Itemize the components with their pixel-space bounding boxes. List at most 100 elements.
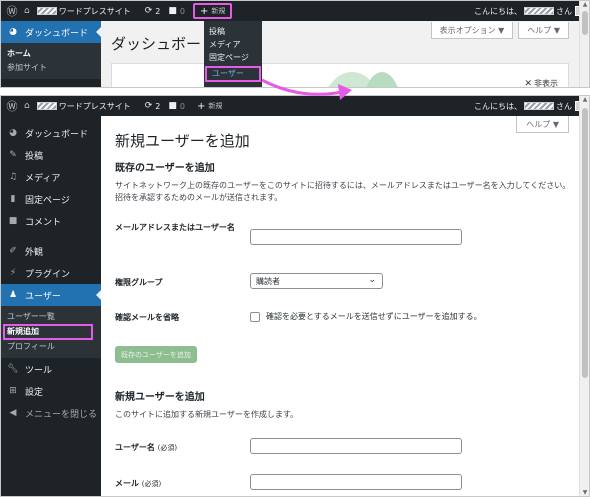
scroll-up-arrow[interactable]: ▲ <box>580 1 589 8</box>
site-name-link[interactable]: ワードプレスサイト <box>33 1 135 21</box>
sidebar-separator <box>1 232 101 240</box>
wordpress-logo-icon[interactable]: Ⓦ <box>3 2 21 20</box>
dashboard-screenshot-frame: Ⓦ ⌂ ワードプレスサイト ⟳ 2 ■ 0 + 新規 こんにちは、 さん 投稿 … <box>0 0 590 88</box>
sidebar-item-users[interactable]: ♟ ユーザー <box>1 284 102 306</box>
wordpress-logo-icon[interactable]: Ⓦ <box>3 97 21 115</box>
home-icon[interactable]: ⌂ <box>21 96 33 116</box>
email-label-text: メール <box>115 479 139 488</box>
email-label: メール (必須) <box>115 478 240 490</box>
close-icon: ✕ <box>524 79 532 88</box>
scroll-thumb[interactable] <box>582 11 588 35</box>
settings-icon: ⊞ <box>9 386 17 396</box>
new-page-item[interactable]: 固定ページ <box>204 51 262 64</box>
add-user-content: ヘルプ ▼ 新規ユーザーを追加 既存のユーザーを追加 サイトネットワーク上の既存… <box>101 116 579 496</box>
new-content-link[interactable]: + 新規 <box>192 3 233 19</box>
comments-count: 0 <box>179 6 185 16</box>
submenu-add-new-user[interactable]: 新規追加 <box>3 324 93 340</box>
sidebar-label: ユーザー <box>25 291 61 302</box>
submenu-home[interactable]: ホーム <box>1 47 101 61</box>
skip-confirmation-label: 確認メールを省略 <box>115 313 179 322</box>
skip-confirmation-row[interactable]: 確認を必要とするメールを送信せずにユーザーを追加する。 <box>250 311 482 322</box>
new-user-heading: 新規ユーザーを追加 <box>115 392 205 403</box>
scroll-thumb[interactable] <box>582 108 588 378</box>
new-post-item[interactable]: 投稿 <box>204 25 262 38</box>
new-media-item[interactable]: メディア <box>204 38 262 51</box>
comments-link[interactable]: ■ 0 <box>164 1 189 21</box>
help-button[interactable]: ヘルプ ▼ <box>516 116 569 133</box>
scroll-up-arrow[interactable]: ▲ <box>580 96 589 103</box>
description-line: 招待を承認するためのメールが送信されます。 <box>115 193 283 202</box>
dashboard-main: 表示オプション ▼ ヘルプ ▼ ダッシュボード ✕ 非表示 <box>101 21 589 87</box>
comment-icon: ■ <box>8 216 18 226</box>
admin-sidebar: ◕ ダッシュボード ✎ 投稿 ♫ メディア ▮ 固定ページ ■ コメント ✐ 外… <box>1 116 102 496</box>
home-icon[interactable]: ⌂ <box>21 1 33 21</box>
comments-icon: ■ <box>168 101 177 111</box>
updates-link[interactable]: ⟳ 2 <box>141 96 165 116</box>
sidebar-label: 投稿 <box>25 151 44 162</box>
submenu-my-sites[interactable]: 参加サイト <box>1 61 101 75</box>
new-content-dropdown: 投稿 メディア 固定ページ ユーザー <box>204 21 262 87</box>
email-input[interactable] <box>250 474 462 490</box>
chevron-down-icon: ⌄ <box>368 275 376 285</box>
username-label-text: ユーザー名 <box>115 443 155 452</box>
updates-link[interactable]: ⟳ 2 <box>141 1 165 21</box>
sidebar-label: ダッシュボード <box>25 28 89 39</box>
email-or-username-input[interactable] <box>250 229 462 245</box>
sidebar-label: ツール <box>25 365 53 376</box>
sidebar-item-appearance[interactable]: ✐ 外観 <box>1 240 101 262</box>
user-icon: ♟ <box>8 290 18 300</box>
sidebar-item-pages[interactable]: ▮ 固定ページ <box>1 188 101 210</box>
comments-link[interactable]: ■ 0 <box>164 96 189 116</box>
sidebar-item-tools[interactable]: 🔧︎ ツール <box>1 358 101 380</box>
sidebar-item-plugins[interactable]: ⚡ プラグイン <box>1 262 101 284</box>
site-name: ワードプレスサイト <box>58 101 131 111</box>
users-submenu: ユーザー一覧 新規追加 プロフィール <box>1 306 101 358</box>
redacted-image <box>36 7 57 15</box>
new-label: 新規 <box>208 102 223 110</box>
sidebar-item-dashboard[interactable]: ◕ ダッシュボード <box>1 122 101 144</box>
scrollbar-top[interactable]: ▲ <box>579 1 589 87</box>
dismiss-link[interactable]: ✕ 非表示 <box>524 78 558 88</box>
dashboard-submenu: ホーム 参加サイト <box>1 43 101 79</box>
required-marker: (必須) <box>141 480 162 488</box>
pin-icon: ✎ <box>9 150 17 160</box>
greeting-suffix: さん <box>556 101 572 111</box>
sidebar-label: 固定ページ <box>25 195 70 206</box>
existing-user-description: サイトネットワーク上の既存のユーザーをこのサイトに招待するには、メールアドレスま… <box>115 180 571 204</box>
dismiss-label: 非表示 <box>534 79 558 88</box>
sidebar-item-comments[interactable]: ■ コメント <box>1 210 101 232</box>
redacted-username <box>524 102 554 110</box>
site-name-link[interactable]: ワードプレスサイト <box>33 96 135 116</box>
scrollbar-bottom[interactable]: ▲ ▼ <box>579 96 589 496</box>
submenu-profile[interactable]: プロフィール <box>1 340 101 354</box>
screen-options-button[interactable]: 表示オプション ▼ <box>430 22 514 39</box>
skip-confirmation-checkbox[interactable] <box>250 311 260 322</box>
role-value: 購読者 <box>256 276 280 286</box>
new-content-link[interactable]: + 新規 <box>193 96 226 116</box>
sidebar-item-posts[interactable]: ✎ 投稿 <box>1 144 101 166</box>
scroll-down-arrow[interactable]: ▼ <box>580 489 589 496</box>
wrench-icon: 🔧︎ <box>7 364 19 374</box>
sidebar-item-media[interactable]: ♫ メディア <box>1 166 101 188</box>
dashboard-icon: ◕ <box>9 27 17 37</box>
my-account[interactable]: こんにちは、 さん <box>474 96 589 116</box>
comments-count: 0 <box>179 101 185 111</box>
add-user-screenshot-frame: Ⓦ ⌂ ワードプレスサイト ⟳ 2 ■ 0 + 新規 こんにちは、 さん ◕ ダ… <box>0 95 590 497</box>
help-button-top[interactable]: ヘルプ ▼ <box>518 22 569 39</box>
description-line: サイトネットワーク上の既存のユーザーをこのサイトに招待するには、メールアドレスま… <box>115 181 571 190</box>
redacted-image <box>36 102 57 110</box>
redacted-username <box>524 7 554 15</box>
role-select[interactable]: 購読者 ⌄ <box>250 273 383 289</box>
screen-meta: 表示オプション ▼ ヘルプ ▼ <box>426 22 569 39</box>
updates-count: 2 <box>155 101 161 111</box>
new-user-item[interactable]: ユーザー <box>205 66 261 82</box>
submenu-all-users[interactable]: ユーザー一覧 <box>1 310 101 324</box>
collapse-menu-button[interactable]: ◀ メニューを閉じる <box>1 402 101 424</box>
username-input[interactable] <box>250 438 462 454</box>
sidebar-item-settings[interactable]: ⊞ 設定 <box>1 380 101 402</box>
sidebar-item-dashboard-top[interactable]: ◕ ダッシュボード <box>1 21 102 43</box>
my-account[interactable]: こんにちは、 さん <box>474 1 589 21</box>
plus-icon: + <box>199 5 209 17</box>
add-existing-user-button[interactable]: 既存のユーザーを追加 <box>115 346 197 363</box>
updates-count: 2 <box>155 6 161 16</box>
